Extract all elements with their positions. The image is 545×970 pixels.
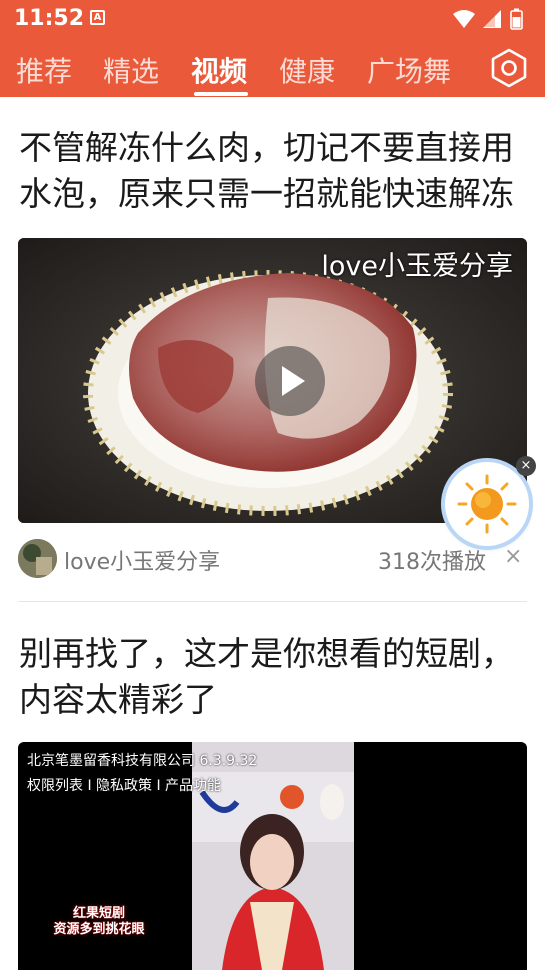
tab-featured[interactable]: 精选 (103, 50, 159, 90)
title-line: 水泡，原来只需一招就能快速解冻 (19, 174, 514, 213)
video-watermark: love小玉爱分享 (321, 251, 513, 282)
author-name[interactable]: love小玉爱分享 (64, 544, 220, 576)
tab-video[interactable]: 视频 (191, 50, 247, 90)
app-header: 11:52 A 推荐 精选 视频 健康 广场舞 (0, 0, 545, 97)
video-meta-row: love小玉爱分享 318次播放 × (18, 538, 528, 580)
settings-hexagon-icon[interactable] (488, 47, 530, 89)
floating-weather-widget[interactable] (445, 462, 529, 546)
dismiss-button[interactable]: × (504, 544, 522, 569)
video-thumbnail[interactable]: 北京笔墨留香科技有限公司 6.3.9.32 权限列表 I 隐私政策 I 产品功能… (18, 742, 527, 970)
wifi-icon (453, 10, 475, 28)
battery-icon (510, 8, 523, 30)
play-icon (282, 366, 305, 396)
status-bar: 11:52 A (0, 0, 545, 38)
title-line: 内容太精彩了 (19, 680, 217, 719)
status-time: 11:52 (14, 6, 85, 31)
avatar[interactable] (18, 539, 57, 578)
notification-icon: A (90, 10, 105, 25)
play-button[interactable] (255, 346, 325, 416)
caption-line: 资源多到挑花眼 (53, 922, 145, 937)
category-tabs: 推荐 精选 视频 健康 广场舞 (0, 44, 545, 97)
title-line: 不管解冻什么肉，切记不要直接用 (19, 128, 514, 167)
play-count: 318次播放 (378, 550, 486, 575)
tab-recommend[interactable]: 推荐 (16, 50, 72, 90)
tab-square-dance[interactable]: 广场舞 (367, 50, 451, 90)
floating-widget-close-button[interactable]: × (516, 456, 536, 476)
video-title[interactable]: 不管解冻什么肉，切记不要直接用 水泡，原来只需一招就能快速解冻 (19, 125, 529, 217)
tab-health[interactable]: 健康 (279, 50, 335, 90)
active-tab-indicator (194, 92, 248, 96)
app-links[interactable]: 权限列表 I 隐私政策 I 产品功能 (27, 775, 221, 795)
system-status-icons (453, 8, 523, 30)
feed-divider (18, 601, 527, 602)
app-company-info: 北京笔墨留香科技有限公司 6.3.9.32 (27, 753, 258, 769)
title-line: 别再找了，这才是你想看的短剧， (19, 634, 514, 673)
video-title[interactable]: 别再找了，这才是你想看的短剧， 内容太精彩了 (19, 631, 529, 723)
sun-icon (457, 474, 517, 534)
caption-line: 红果短剧 (72, 906, 125, 921)
video-caption: 红果短剧 资源多到挑花眼 (38, 906, 160, 938)
